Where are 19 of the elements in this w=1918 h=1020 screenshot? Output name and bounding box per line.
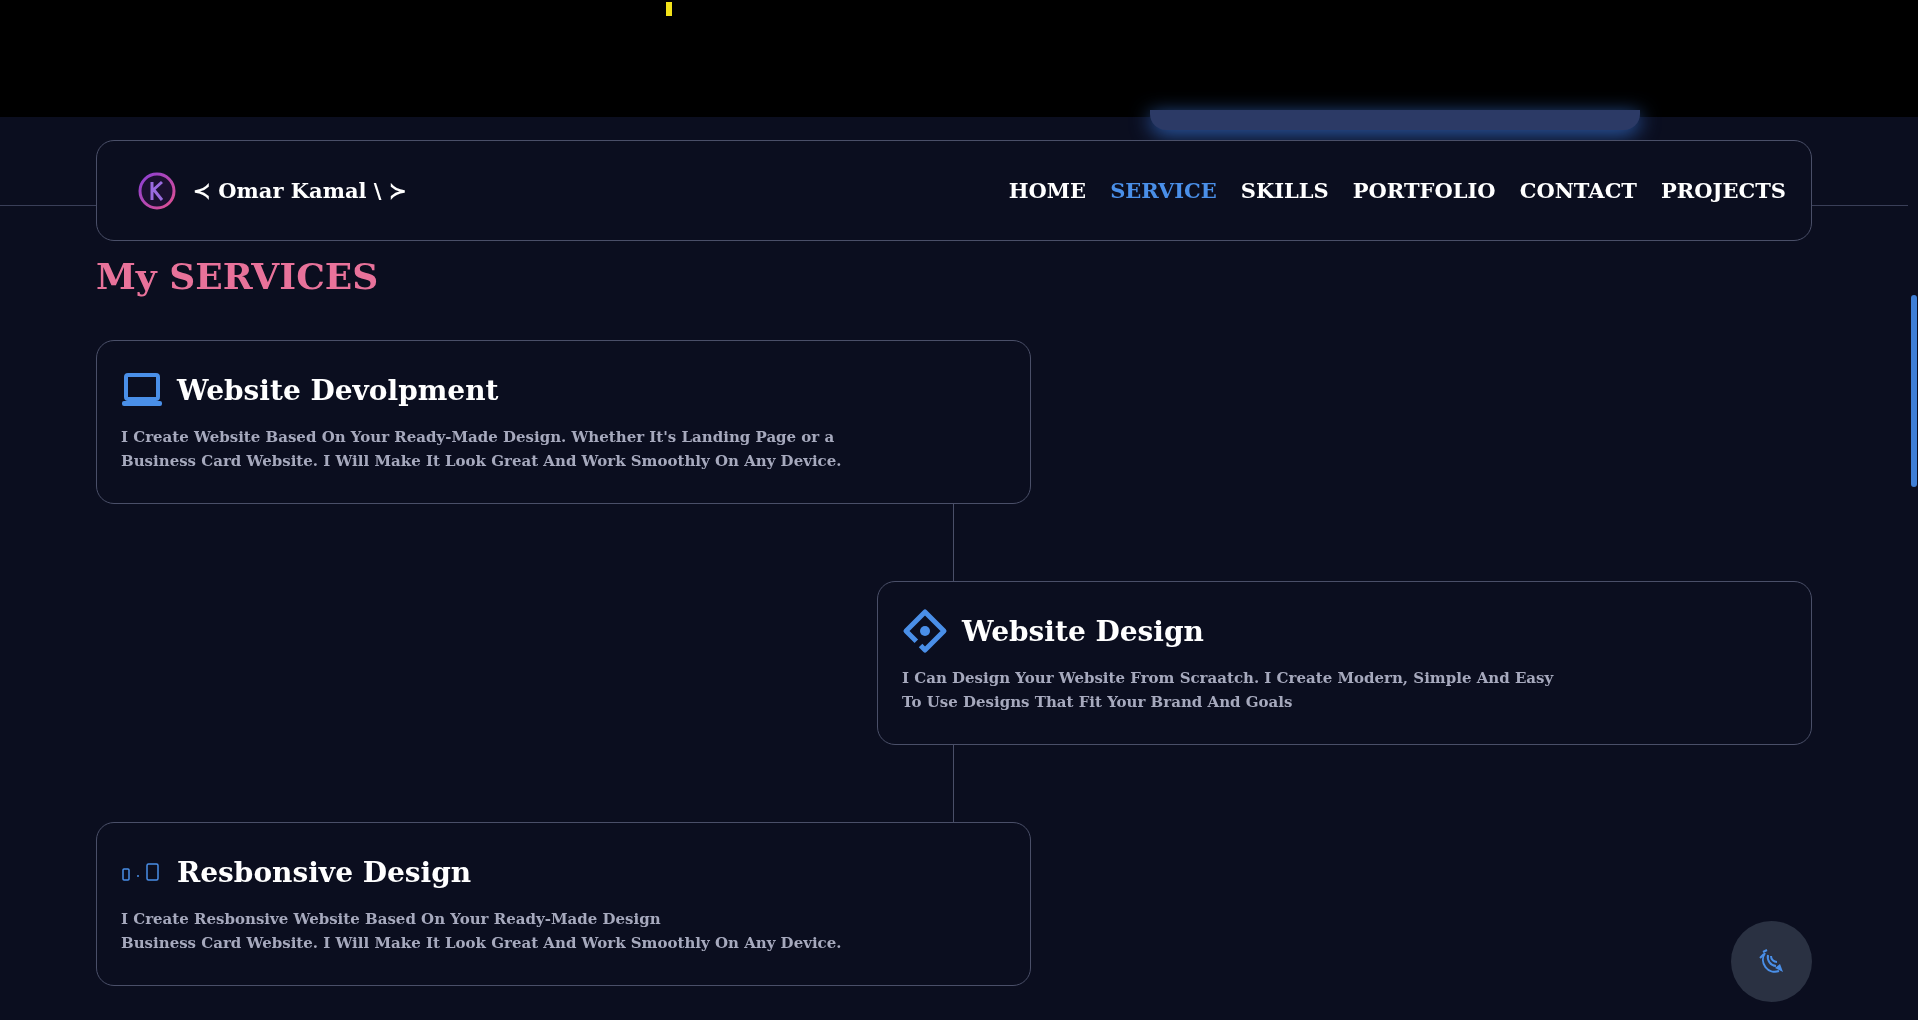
laptop-icon <box>121 372 163 408</box>
nav-link[interactable]: HOME <box>1008 178 1087 203</box>
scrollbar-thumb[interactable] <box>1911 295 1917 487</box>
cursor-mark <box>666 2 672 16</box>
diamond-icon <box>902 608 948 654</box>
service-description: I Can Design Your Website From Scraatch. I Create Modern, Simple And Easy To Use Designs That Fit Your Brand And Goals <box>902 668 1555 713</box>
service-title: Resbonsive Design <box>177 855 472 889</box>
service-title: Website Devolpment <box>177 373 499 407</box>
section-title: My SERVICES <box>96 255 380 297</box>
nav-link[interactable]: SKILLS <box>1240 178 1329 203</box>
logo-icon[interactable] <box>137 170 177 211</box>
service-description: I Create Resbonsive Website Based On Your Ready-Made Design Business Card Website. I Will Make It Look Great And Work Smoothly On Any Device. <box>121 909 843 954</box>
nav-link[interactable]: PROJECTS <box>1661 178 1786 203</box>
service-description: I Create Website Based On Your Ready-Made Design. Whether It's Landing Page or a Business Card Website. I Will Make It Look Great And Work Smoothly On Any Device. <box>121 427 843 472</box>
brand-name[interactable]: ≺ Omar Kamal \ ≻ <box>193 178 407 203</box>
service-title: Website Design <box>962 614 1204 648</box>
nav-link[interactable]: SERVICE <box>1110 178 1217 203</box>
nav-link[interactable]: PORTFOLIO <box>1352 178 1496 203</box>
nav-link[interactable]: CONTACT <box>1519 178 1637 203</box>
